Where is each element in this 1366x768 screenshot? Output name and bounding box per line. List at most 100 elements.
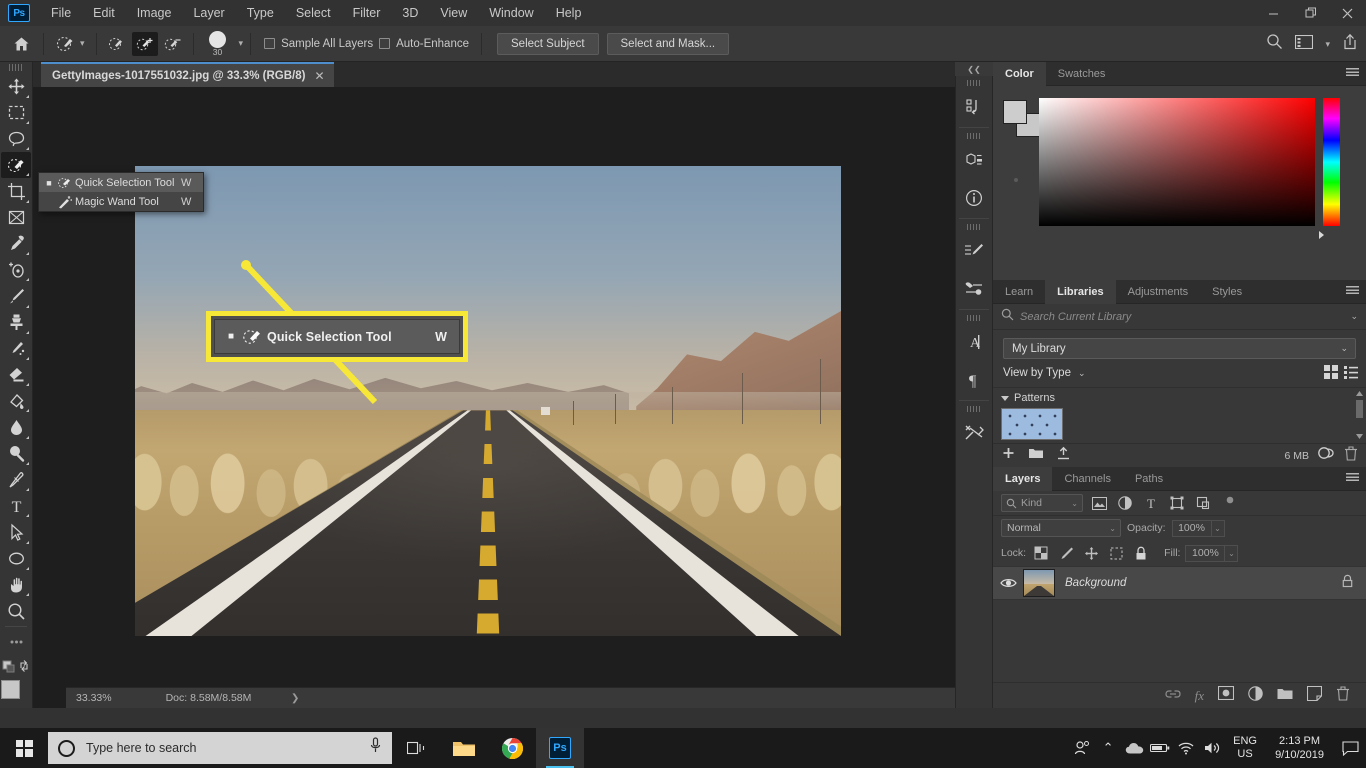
library-select[interactable]: My Library ⌄ (1003, 338, 1356, 359)
new-layer-icon[interactable] (1306, 685, 1323, 706)
search-icon[interactable] (1266, 33, 1283, 55)
workspace-icon[interactable] (1295, 34, 1314, 54)
chevron-down-icon[interactable]: ⌄ (1350, 311, 1358, 322)
menu-edit[interactable]: Edit (82, 0, 126, 26)
microphone-icon[interactable] (369, 737, 382, 759)
filter-type-layers-icon[interactable]: T (1141, 494, 1161, 512)
home-icon[interactable] (6, 31, 36, 57)
lock-artboard-nesting-icon[interactable] (1106, 544, 1126, 562)
toolbar-grip[interactable] (9, 64, 23, 71)
maximize-restore-button[interactable] (1292, 0, 1329, 26)
blur-tool[interactable] (1, 414, 31, 440)
brushes-icon[interactable] (955, 232, 993, 270)
menu-file[interactable]: File (40, 0, 82, 26)
chevron-up-icon[interactable]: ⌃ (1095, 728, 1121, 768)
tool-flyout-menu[interactable]: ■ Quick Selection Tool W Magic Wand Tool… (38, 172, 204, 212)
wifi-icon[interactable] (1173, 728, 1199, 768)
brush-chevron-down-icon[interactable]: ▾ (239, 38, 244, 49)
layers-panel-menu-icon[interactable] (1346, 473, 1359, 483)
language-indicator[interactable]: ENG US (1225, 735, 1265, 761)
brush-settings-icon[interactable] (955, 270, 993, 308)
pen-tool[interactable] (1, 467, 31, 493)
rectangular-marquee-tool[interactable] (1, 100, 31, 126)
pattern-thumbnail[interactable] (1001, 408, 1063, 440)
move-tool[interactable] (1, 74, 31, 100)
frame-tool[interactable] (1, 205, 31, 231)
layer-name[interactable]: Background (1065, 577, 1366, 589)
auto-enhance-checkbox[interactable]: Auto-Enhance (379, 38, 469, 50)
start-icon[interactable] (0, 728, 48, 768)
tab-layers[interactable]: Layers (993, 466, 1053, 491)
adjustment-layer-icon[interactable] (1248, 685, 1263, 706)
info-icon[interactable] (955, 179, 993, 217)
color-panel-swatches[interactable] (1003, 100, 1040, 137)
photoshop-icon[interactable]: Ps (536, 728, 584, 768)
menu-filter[interactable]: Filter (342, 0, 392, 26)
paragraph-icon[interactable]: ¶ (955, 361, 993, 399)
document-tab[interactable]: GettyImages-1017551032.jpg @ 33.3% (RGB/… (41, 62, 334, 87)
creative-cloud-icon[interactable] (1318, 446, 1335, 465)
clone-stamp-tool[interactable] (1, 310, 31, 336)
search-input[interactable]: Type here to search (48, 732, 392, 764)
share-icon[interactable] (1342, 33, 1358, 55)
layer-filter-kind-select[interactable]: Kind ⌄ (1001, 494, 1083, 512)
hue-slider[interactable] (1323, 98, 1340, 226)
zoom-tool[interactable] (1, 598, 31, 624)
add-item-icon[interactable] (1001, 446, 1016, 466)
grid-view-icon[interactable] (1324, 364, 1338, 382)
properties-icon[interactable] (955, 141, 993, 179)
filter-shape-layers-icon[interactable] (1167, 494, 1187, 512)
close-button[interactable] (1329, 0, 1366, 26)
foreground-color-swatch[interactable] (1003, 100, 1027, 124)
color-field[interactable] (1039, 98, 1315, 226)
tab-channels[interactable]: Channels (1052, 467, 1122, 491)
character-icon[interactable]: A (955, 323, 993, 361)
crop-tool[interactable] (1, 178, 31, 204)
clock[interactable]: 2:13 PM 9/10/2019 (1265, 734, 1334, 762)
lock-all-icon[interactable] (1131, 544, 1151, 562)
fill-chevron-down-icon[interactable]: ⌄ (1225, 544, 1239, 562)
delete-layer-icon[interactable] (1336, 685, 1350, 706)
upload-icon[interactable] (1056, 446, 1071, 466)
subtract-from-selection-icon[interactable] (160, 32, 186, 56)
dodge-tool[interactable] (1, 441, 31, 467)
people-icon[interactable] (1069, 728, 1095, 768)
document-image[interactable] (135, 166, 841, 636)
tab-adjustments[interactable]: Adjustments (1116, 280, 1201, 304)
delete-icon[interactable] (1344, 445, 1358, 466)
table-row[interactable]: Background (993, 566, 1366, 600)
new-group-icon[interactable] (1277, 687, 1293, 705)
menu-type[interactable]: Type (236, 0, 285, 26)
dock-grip[interactable] (966, 224, 982, 230)
dock-grip[interactable] (966, 406, 982, 412)
filter-toggle-icon[interactable] (1219, 494, 1239, 512)
dock-grip[interactable] (966, 133, 982, 139)
edit-toolbar-icon[interactable] (1, 629, 31, 655)
new-selection-icon[interactable] (104, 32, 130, 56)
lock-image-pixels-icon[interactable] (1056, 544, 1076, 562)
patterns-group-header[interactable]: Patterns (993, 388, 1366, 404)
default-colors-and-swap[interactable] (1, 655, 31, 676)
tab-libraries[interactable]: Libraries (1045, 279, 1116, 304)
chevron-down-icon[interactable]: ⌄ (1078, 368, 1086, 379)
ellipse-tool[interactable] (1, 546, 31, 572)
blend-mode-select[interactable]: Normal ⌄ (1001, 519, 1121, 537)
view-by-label[interactable]: View by Type (1003, 367, 1071, 379)
dock-grip[interactable] (966, 80, 982, 86)
collapse-panels-icon[interactable]: ❮❮ (955, 62, 993, 76)
menu-help[interactable]: Help (545, 0, 593, 26)
lock-position-icon[interactable] (1081, 544, 1101, 562)
tab-learn[interactable]: Learn (993, 280, 1045, 304)
tab-swatches[interactable]: Swatches (1046, 62, 1118, 86)
dock-grip[interactable] (966, 315, 982, 321)
menu-window[interactable]: Window (478, 0, 544, 26)
minimize-button[interactable] (1255, 0, 1292, 26)
lasso-tool[interactable] (1, 126, 31, 152)
eraser-tool[interactable] (1, 362, 31, 388)
flyout-item-magic-wand-tool[interactable]: Magic Wand Tool W (39, 192, 203, 211)
menu-image[interactable]: Image (126, 0, 183, 26)
sample-all-layers-checkbox[interactable]: Sample All Layers (264, 38, 373, 50)
layer-visibility-icon[interactable] (993, 577, 1023, 589)
file-explorer-icon[interactable] (440, 728, 488, 768)
tab-paths[interactable]: Paths (1123, 467, 1175, 491)
